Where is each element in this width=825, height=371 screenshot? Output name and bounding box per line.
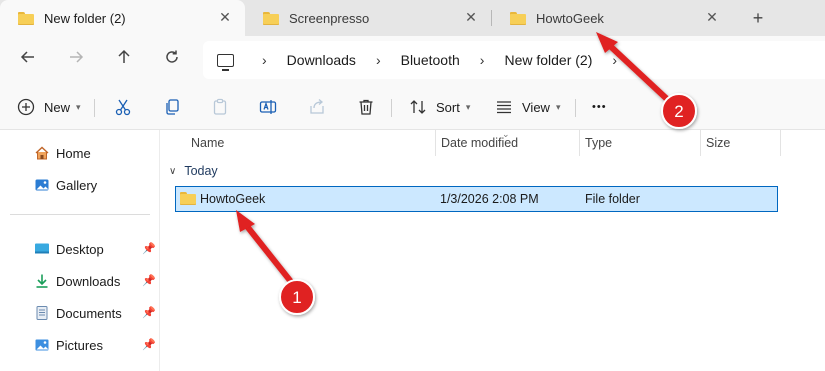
view-button[interactable]: View ▾ xyxy=(494,94,560,120)
chevron-right-icon[interactable]: › xyxy=(376,52,381,68)
table-row[interactable]: HowtoGeek 1/3/2026 2:08 PM File folder xyxy=(175,186,778,212)
up-button[interactable] xyxy=(112,48,136,72)
chevron-right-icon[interactable]: › xyxy=(262,52,267,68)
column-header-type[interactable]: Type xyxy=(579,130,699,156)
tab-bar: New folder (2) ✕ Screenpresso ✕ HowtoGee… xyxy=(0,0,825,36)
cut-button[interactable] xyxy=(113,94,133,120)
sidebar-item-gallery[interactable]: Gallery xyxy=(34,175,97,195)
share-button[interactable] xyxy=(307,94,327,120)
arrow-right-icon xyxy=(70,51,84,63)
tab-title: HowtoGeek xyxy=(536,10,604,26)
file-list: Name ⌄ Date modified Type Size ∨ Today H… xyxy=(161,129,825,371)
group-header-today[interactable]: ∨ Today xyxy=(169,164,218,178)
see-more-button[interactable]: ••• xyxy=(592,94,607,120)
new-label: New xyxy=(44,99,71,115)
close-icon[interactable]: ✕ xyxy=(463,9,479,25)
desktop-icon xyxy=(34,241,50,257)
copy-button[interactable] xyxy=(162,94,182,120)
pin-icon[interactable]: 📌 xyxy=(142,338,156,351)
clipboard-icon xyxy=(210,97,230,117)
column-header-size[interactable]: Size xyxy=(700,130,780,156)
folder-icon xyxy=(510,11,526,25)
breadcrumb-bluetooth[interactable]: Bluetooth xyxy=(401,52,460,68)
file-name: HowtoGeek xyxy=(200,192,266,206)
view-icon xyxy=(494,97,514,117)
this-pc-icon[interactable] xyxy=(217,53,234,71)
sort-button[interactable]: Sort ▾ xyxy=(408,94,470,120)
arrow-up-icon xyxy=(118,49,130,63)
sidebar-item-label: Home xyxy=(56,145,91,161)
tab-screenpresso[interactable]: Screenpresso ✕ xyxy=(245,0,491,36)
back-button[interactable] xyxy=(16,48,40,72)
documents-icon xyxy=(34,305,50,321)
column-header-date-modified[interactable]: Date modified xyxy=(435,130,579,156)
group-label: Today xyxy=(184,164,218,178)
sidebar-item-label: Documents xyxy=(56,305,122,321)
chevron-down-icon: ▾ xyxy=(76,101,81,112)
paste-button[interactable] xyxy=(210,94,230,120)
navigation-pane: Home Gallery Desktop 📌 Downloads 📌 Docum… xyxy=(0,130,160,371)
sort-label: Sort xyxy=(436,99,460,115)
sidebar-item-desktop[interactable]: Desktop xyxy=(34,239,104,259)
sidebar-item-downloads[interactable]: Downloads xyxy=(34,271,120,291)
sidebar-item-label: Desktop xyxy=(56,241,104,257)
folder-icon xyxy=(263,11,279,25)
file-type: File folder xyxy=(585,192,640,206)
file-date-modified: 1/3/2026 2:08 PM xyxy=(440,192,539,206)
chevron-right-icon[interactable]: › xyxy=(480,52,485,68)
sidebar-item-pictures[interactable]: Pictures xyxy=(34,335,103,355)
share-icon xyxy=(307,97,327,117)
pin-icon[interactable]: 📌 xyxy=(142,274,156,287)
forward-button[interactable] xyxy=(64,48,88,72)
arrow-left-icon xyxy=(20,51,34,63)
plus-circle-icon xyxy=(16,97,36,117)
chevron-down-icon: ▾ xyxy=(465,101,471,112)
tab-title: Screenpresso xyxy=(289,10,370,26)
chevron-right-icon[interactable]: › xyxy=(612,52,617,68)
breadcrumb-downloads[interactable]: Downloads xyxy=(287,52,356,68)
pictures-icon xyxy=(34,337,50,353)
chevron-down-icon: ▾ xyxy=(555,101,561,112)
command-separator xyxy=(94,99,95,117)
sidebar-item-label: Downloads xyxy=(56,273,121,289)
column-separator[interactable] xyxy=(780,130,781,156)
downloads-icon xyxy=(34,273,50,289)
copy-icon xyxy=(162,97,182,117)
tab-howtogeek[interactable]: HowtoGeek ✕ xyxy=(492,0,732,36)
command-separator xyxy=(391,99,392,117)
more-icon: ••• xyxy=(592,101,607,113)
command-bar: New ▾ Sort ▾ View ▾ ••• xyxy=(0,84,825,130)
pin-icon[interactable]: 📌 xyxy=(142,306,156,319)
refresh-icon xyxy=(166,50,178,63)
view-label: View xyxy=(522,99,550,115)
sidebar-item-label: Pictures xyxy=(56,337,103,353)
close-icon[interactable]: ✕ xyxy=(217,9,233,25)
sidebar-item-label: Gallery xyxy=(56,177,98,193)
new-tab-button[interactable]: + xyxy=(748,8,768,28)
breadcrumb-new-folder-2[interactable]: New folder (2) xyxy=(504,52,592,68)
rename-button[interactable] xyxy=(258,94,278,120)
home-icon xyxy=(34,145,50,161)
refresh-button[interactable] xyxy=(160,48,184,72)
sidebar-item-documents[interactable]: Documents xyxy=(34,303,122,323)
trash-icon xyxy=(356,97,376,117)
folder-icon xyxy=(18,11,34,25)
navigation-bar: › Downloads › Bluetooth › New folder (2)… xyxy=(0,36,825,84)
address-bar[interactable]: › Downloads › Bluetooth › New folder (2)… xyxy=(203,41,825,79)
gallery-icon xyxy=(34,177,50,193)
command-separator xyxy=(575,99,576,117)
sidebar-item-home[interactable]: Home xyxy=(34,143,91,163)
sort-icon xyxy=(408,97,428,117)
tab-new-folder-2[interactable]: New folder (2) ✕ xyxy=(0,0,245,36)
scissors-icon xyxy=(113,97,133,117)
new-button[interactable]: New ▾ xyxy=(16,94,81,120)
sidebar-divider xyxy=(10,214,150,215)
chevron-down-icon: ∨ xyxy=(169,165,177,177)
close-icon[interactable]: ✕ xyxy=(704,9,720,25)
column-header-name[interactable]: Name xyxy=(185,130,435,156)
delete-button[interactable] xyxy=(356,94,376,120)
tab-title: New folder (2) xyxy=(44,10,126,26)
pin-icon[interactable]: 📌 xyxy=(142,242,156,255)
rename-icon xyxy=(258,97,278,117)
